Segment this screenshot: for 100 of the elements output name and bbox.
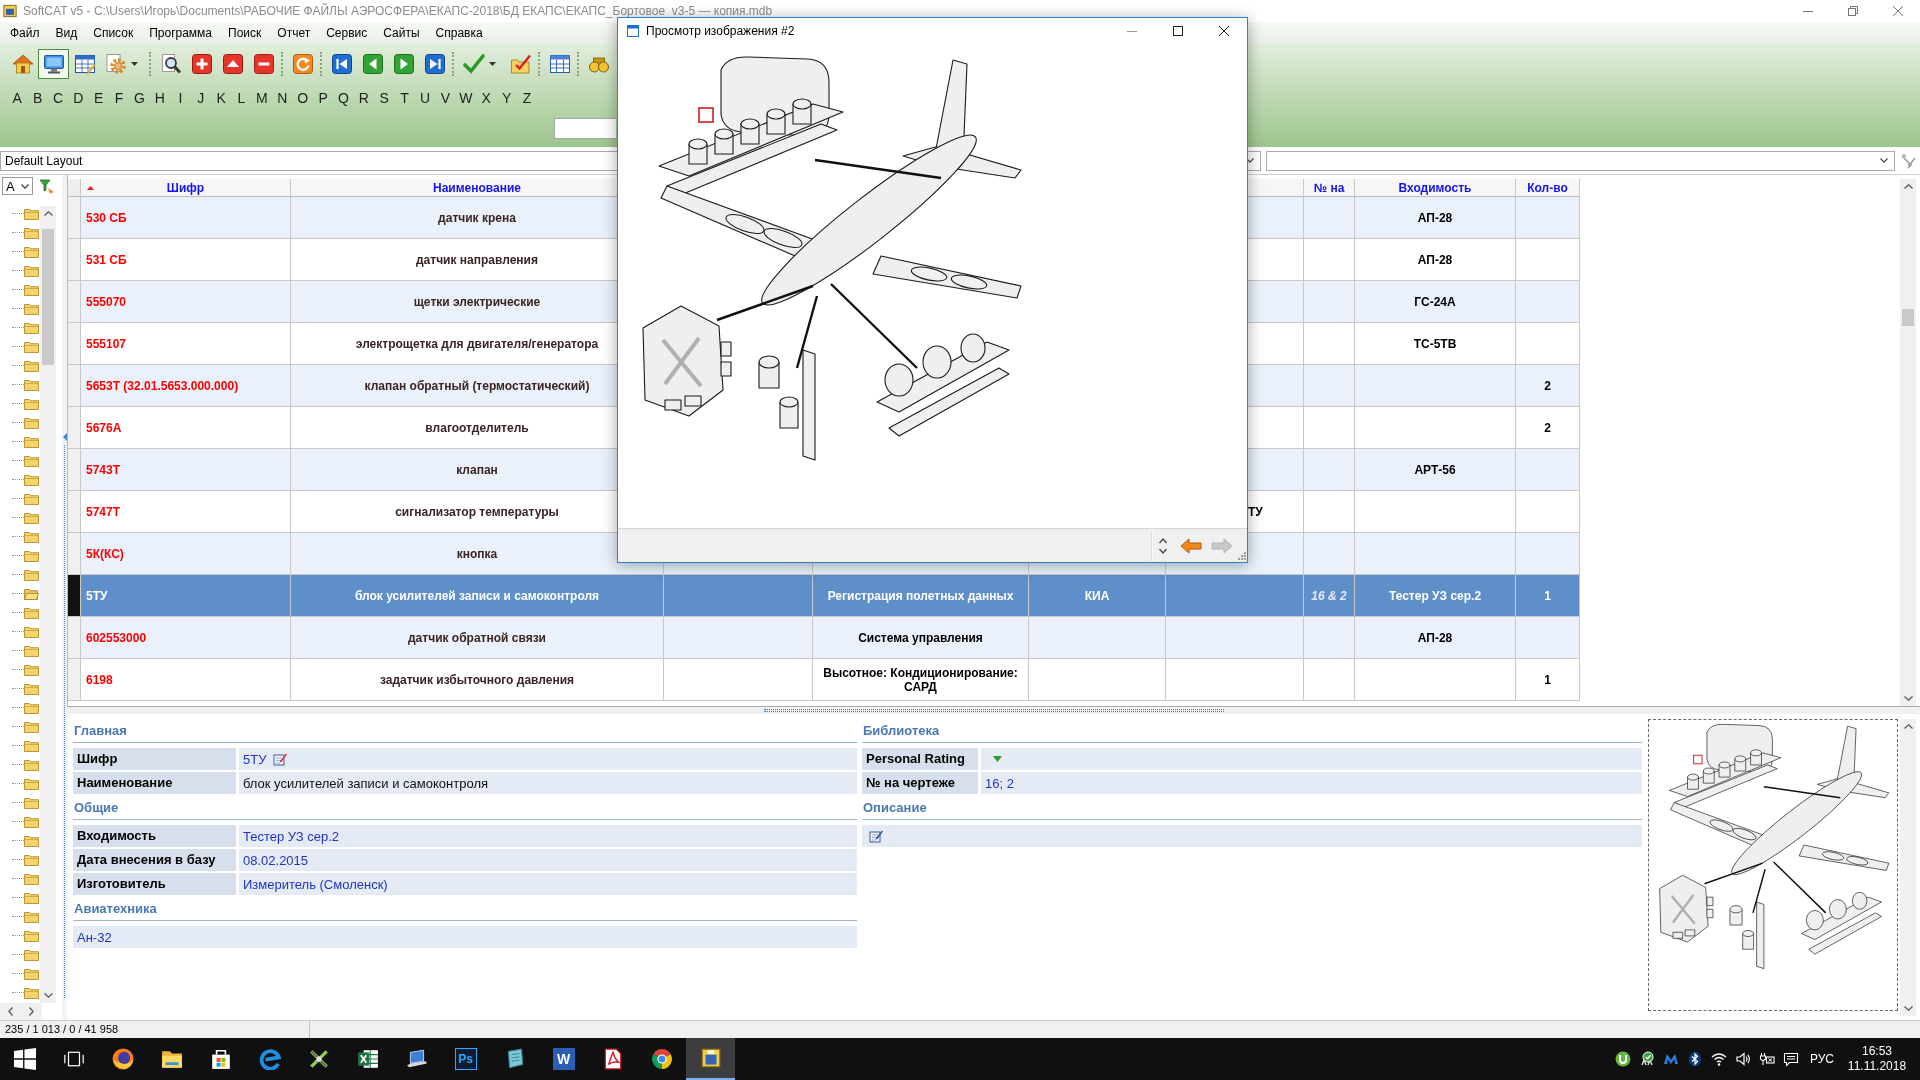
letter-link[interactable]: B — [27, 88, 48, 108]
folder-icon[interactable] — [24, 264, 39, 277]
letter-link[interactable]: U — [414, 88, 436, 108]
folder-icon[interactable] — [24, 492, 39, 505]
letter-link[interactable]: Z — [516, 88, 538, 108]
folder-icon[interactable] — [24, 359, 39, 372]
scrollbar[interactable] — [40, 206, 56, 1003]
folder-icon[interactable] — [24, 701, 39, 714]
edit-icon[interactable] — [869, 829, 883, 843]
folder-icon[interactable] — [24, 891, 39, 904]
description-field[interactable] — [862, 825, 1642, 847]
folder-icon[interactable] — [24, 549, 39, 562]
left-arrow-icon[interactable] — [1180, 537, 1202, 554]
folder-icon[interactable] — [24, 758, 39, 771]
folder-icon[interactable] — [24, 625, 39, 638]
folder-icon[interactable] — [24, 321, 39, 334]
letter-link[interactable]: G — [129, 88, 150, 108]
folder-icon[interactable] — [24, 454, 39, 467]
letter-link[interactable]: C — [47, 88, 69, 108]
funnel-icon[interactable] — [39, 178, 55, 194]
letter-link[interactable]: N — [272, 88, 293, 108]
letter-link[interactable]: Y — [496, 88, 517, 108]
folder-icon[interactable] — [24, 720, 39, 733]
caret-up-icon[interactable] — [43, 211, 53, 216]
letter-link[interactable]: M — [251, 88, 273, 108]
letter-link[interactable]: K — [210, 88, 232, 108]
field-link[interactable]: Ан-32 — [73, 926, 857, 948]
letter-link[interactable]: P — [312, 88, 334, 108]
folder-icon[interactable] — [24, 473, 39, 486]
caret-up-icon[interactable] — [1903, 184, 1913, 189]
menu-item[interactable]: Программа — [141, 23, 221, 43]
battery-plug-icon[interactable] — [1759, 1051, 1775, 1067]
folder-icon[interactable] — [24, 283, 39, 296]
folder-icon[interactable] — [24, 416, 39, 429]
letter-link[interactable]: S — [374, 88, 395, 108]
letter-link[interactable]: E — [88, 88, 109, 108]
letter-link[interactable]: A — [7, 88, 28, 108]
caret-down-icon[interactable] — [43, 993, 53, 998]
scrollbar[interactable] — [1900, 179, 1916, 706]
menu-item[interactable]: Справка — [427, 23, 491, 43]
menu-item[interactable]: Список — [85, 23, 142, 43]
table-row[interactable]: 602553000 датчик обратной связи Система управления АП-28 — [68, 617, 1580, 659]
folder-icon[interactable] — [24, 397, 39, 410]
field-link[interactable]: Измеритель (Смоленск) — [239, 873, 857, 895]
folder-icon[interactable] — [24, 226, 39, 239]
row-selector[interactable] — [68, 575, 81, 617]
caret-down-icon[interactable] — [1903, 1006, 1913, 1011]
folder-icon[interactable] — [24, 207, 39, 220]
caret-right-icon[interactable] — [29, 1007, 34, 1016]
letter-link[interactable]: F — [108, 88, 130, 108]
folder-icon[interactable] — [24, 929, 39, 942]
caret-down-icon[interactable] — [1903, 696, 1913, 701]
folder-icon[interactable] — [24, 948, 39, 961]
letter-link[interactable]: I — [170, 88, 191, 108]
letter-link[interactable]: H — [149, 88, 171, 108]
scrollbar-thumb[interactable] — [1902, 309, 1914, 326]
taskbar-button[interactable] — [686, 1038, 735, 1080]
folder-icon[interactable] — [24, 967, 39, 980]
folder-icon[interactable] — [24, 910, 39, 923]
folder-icon[interactable] — [24, 796, 39, 809]
field-link[interactable]: 16; 2 — [981, 772, 1642, 794]
search-field[interactable] — [554, 118, 616, 139]
folder-icon[interactable] — [24, 872, 39, 885]
letter-link[interactable]: D — [68, 88, 89, 108]
wifi-icon[interactable] — [1711, 1051, 1727, 1067]
folder-icon[interactable] — [24, 834, 39, 847]
field-link[interactable]: Тестер УЗ сер.2 — [239, 825, 857, 847]
menu-item[interactable]: Сайты — [375, 23, 428, 43]
folder-icon[interactable] — [24, 340, 39, 353]
caret-down-icon[interactable] — [993, 756, 1002, 762]
splitter-handle[interactable] — [763, 709, 1224, 712]
folder-icon[interactable] — [24, 986, 39, 999]
folder-icon[interactable] — [24, 511, 39, 524]
table-row[interactable]: 6198 задатчик избыточного давления Высотное: Кондиционирование: САРД 1 — [68, 659, 1580, 701]
letter-link[interactable]: V — [435, 88, 456, 108]
filter-dropdown[interactable]: A — [2, 177, 33, 195]
horizontal-scrollbar[interactable] — [0, 1003, 42, 1020]
bluetooth-icon[interactable] — [1687, 1051, 1703, 1067]
resize-grip-icon[interactable] — [1238, 552, 1246, 560]
folder-icon[interactable] — [24, 853, 39, 866]
collapse-arrow-icon[interactable] — [62, 433, 67, 441]
folder-icon[interactable] — [24, 644, 39, 657]
menu-item[interactable]: Файл — [2, 23, 48, 43]
folder-icon[interactable] — [24, 302, 39, 315]
scrollbar[interactable] — [1900, 719, 1916, 1016]
field-link[interactable]: 08.02.2015 — [239, 849, 857, 871]
letter-link[interactable]: R — [353, 88, 375, 108]
letter-link[interactable]: O — [292, 88, 313, 108]
open-folder-icon[interactable] — [24, 587, 39, 600]
clock-date[interactable]: 11.11.2018 — [1847, 1059, 1907, 1074]
folder-icon[interactable] — [24, 815, 39, 828]
letter-link[interactable]: T — [394, 88, 415, 108]
check-badge-icon[interactable] — [1639, 1051, 1655, 1067]
folder-icon[interactable] — [24, 378, 39, 391]
letter-link[interactable]: X — [476, 88, 497, 108]
caret-up-icon[interactable] — [1903, 724, 1913, 729]
toolbar-button[interactable] — [38, 49, 69, 79]
folder-icon[interactable] — [24, 682, 39, 695]
clock-time[interactable]: 16:53 — [1862, 1044, 1892, 1059]
folder-icon[interactable] — [24, 777, 39, 790]
